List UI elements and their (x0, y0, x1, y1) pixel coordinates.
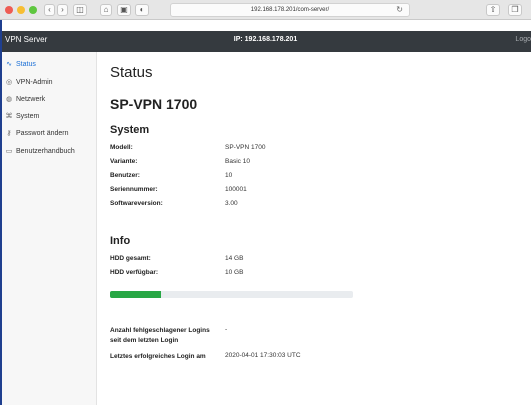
row-value: Basic 10 (225, 158, 250, 165)
sidebar-item-label: Status (16, 61, 36, 68)
browser-toolbar: ‹ › ◫ ⌂ ▣ ◐ 192.168.178.201/com-server/ … (0, 0, 531, 20)
info-row-modell: Modell: SP-VPN 1700 (110, 144, 410, 155)
ip-address-label: IP: 192.168.178.201 (233, 36, 298, 43)
url-text: 192.168.178.201/com-server/ (250, 7, 330, 13)
logout-link[interactable]: Logo (515, 36, 531, 43)
failed-logins-label-line1: Anzahl fehlgeschlagener Logins (110, 327, 210, 334)
info-row-hdd-verfuegbar: HDD verfügbar: 10 GB (110, 269, 410, 280)
sidebar: ∿ Status ◎ VPN-Admin ◍ Netzwerk ⌘ System… (0, 52, 97, 405)
failed-logins-value: - (225, 326, 228, 333)
sidebar-item-label: System (16, 113, 40, 120)
row-value: 10 GB (225, 269, 244, 276)
sidebar-toggle-button[interactable]: ◫ (73, 4, 87, 16)
info-row-benutzer: Benutzer: 10 (110, 172, 410, 183)
info-row-hdd-gesamt: HDD gesamt: 14 GB (110, 255, 410, 266)
tabs-button[interactable]: ❐ (508, 4, 522, 16)
row-key: Benutzer: (110, 172, 140, 179)
failed-logins-label-line2: seit dem letzten Login (110, 337, 179, 344)
sidebar-icon: ◫ (76, 5, 84, 14)
sidebar-item-system[interactable]: ⌘ System (0, 110, 97, 126)
row-key: HDD verfügbar: (110, 269, 159, 276)
sidebar-item-label: Benutzerhandbuch (16, 148, 75, 155)
row-value: 14 GB (225, 255, 244, 262)
page-title: Status (110, 64, 153, 81)
sidebar-item-passwort[interactable]: ⚷ Passwort ändern (0, 127, 97, 143)
info-row-seriennummer: Seriennummer: 100001 (110, 186, 410, 197)
sidebar-item-vpn-admin[interactable]: ◎ VPN-Admin (0, 76, 97, 92)
sidebar-item-label: Passwort ändern (16, 130, 69, 137)
minimize-window-button[interactable] (17, 6, 25, 14)
reader-icon: ▣ (120, 5, 128, 14)
admin-icon: ◎ (5, 79, 13, 86)
row-key: HDD gesamt: (110, 255, 151, 262)
row-key: Variante: (110, 158, 138, 165)
system-section-title: System (110, 124, 150, 136)
chevron-right-icon: › (61, 5, 64, 14)
hdd-usage-progress-bar (110, 291, 353, 298)
back-button[interactable]: ‹ (44, 4, 55, 16)
reader-button[interactable]: ▣ (117, 4, 131, 16)
sidebar-item-status[interactable]: ∿ Status (0, 58, 97, 74)
sidebar-item-label: Netzwerk (16, 96, 46, 103)
tabs-icon: ❐ (511, 5, 519, 14)
row-value: 10 (225, 172, 233, 179)
sidebar-item-label: VPN-Admin (16, 79, 53, 86)
row-value: 100001 (225, 186, 247, 193)
globe-icon: ◍ (5, 96, 13, 103)
app-header: VPN Server IP: 192.168.178.201 Logo (0, 31, 531, 52)
row-key: Modell: (110, 144, 133, 151)
home-icon: ⌂ (103, 5, 109, 14)
shield-icon: ◐ (139, 5, 145, 14)
close-window-button[interactable] (5, 6, 13, 14)
info-row-softwareversion: Softwareversion: 3.00 (110, 200, 410, 211)
row-key: Seriennummer: (110, 186, 158, 193)
row-value: 3.00 (225, 200, 238, 207)
book-icon: ▭ (5, 148, 13, 155)
key-icon: ⚷ (6, 130, 12, 137)
sidebar-item-netzwerk[interactable]: ◍ Netzwerk (0, 93, 97, 109)
privacy-button[interactable]: ◐ (135, 4, 149, 16)
share-button[interactable]: ⇧ (486, 4, 500, 16)
info-section-title: Info (110, 235, 131, 247)
address-bar[interactable]: 192.168.178.201/com-server/ ↻ (170, 3, 410, 17)
row-key: Softwareversion: (110, 200, 163, 207)
zoom-window-button[interactable] (29, 6, 37, 14)
forward-button[interactable]: › (57, 4, 68, 16)
row-value: SP-VPN 1700 (225, 144, 266, 151)
window-edge (0, 20, 2, 405)
device-title: SP-VPN 1700 (110, 96, 198, 112)
sidebar-item-benutzerhandbuch[interactable]: ▭ Benutzerhandbuch (0, 145, 97, 161)
main-content: Status SP-VPN 1700 System Modell: SP-VPN… (98, 52, 531, 405)
progress-fill (110, 291, 162, 298)
system-icon: ⌘ (5, 113, 13, 120)
reload-icon[interactable]: ↻ (396, 4, 403, 16)
home-button[interactable]: ⌂ (100, 4, 112, 16)
share-icon: ⇧ (489, 5, 497, 14)
chevron-left-icon: ‹ (48, 5, 51, 14)
last-login-value: 2020-04-01 17:30:03 UTC (225, 352, 301, 359)
last-login-label: Letztes erfolgreiches Login am (110, 353, 206, 360)
info-row-variante: Variante: Basic 10 (110, 158, 410, 169)
pulse-icon: ∿ (6, 61, 12, 68)
